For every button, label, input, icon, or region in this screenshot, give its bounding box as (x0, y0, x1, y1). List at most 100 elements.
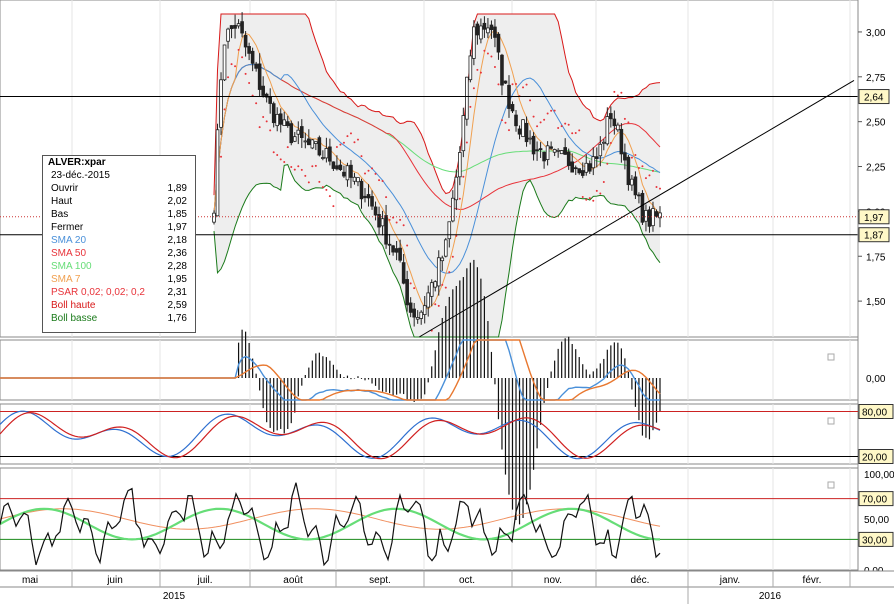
psar-dot (300, 168, 303, 171)
price-label-box: 1,87 (858, 227, 890, 243)
month-label: janv. (719, 575, 740, 586)
psar-dot (307, 181, 310, 184)
candle-body (433, 281, 438, 288)
psar-dot (595, 189, 598, 192)
candle-body (517, 128, 522, 135)
candle-body (630, 178, 634, 186)
psar-dot (560, 125, 563, 128)
candle-body (338, 164, 343, 171)
psar-dot (578, 129, 581, 132)
candle-body (219, 79, 223, 128)
rsi-level-label: 30,00 (858, 531, 894, 547)
macd-panel (0, 339, 859, 401)
panel-maximize-icon (827, 417, 835, 425)
candle-body (538, 148, 543, 150)
candle-body (514, 114, 518, 127)
candle-body (587, 163, 592, 172)
psar-dot (223, 108, 226, 111)
month-label: oct. (459, 575, 475, 586)
chart-workspace[interactable]: xpar)SMA 7 (ALVER:xpar)PSAR 0,02; 0,02; … (0, 0, 894, 604)
candle-body (584, 162, 589, 173)
candle-body (465, 76, 469, 120)
candle-body (307, 138, 311, 146)
candle-body (633, 176, 638, 196)
info-row-label: Boll basse (51, 313, 98, 324)
psar-dot (451, 255, 454, 258)
info-row: SMA 20 2,18 (43, 234, 195, 247)
info-row-value: 1,95 (167, 274, 187, 285)
ohlc-info-box: ALVER:xpar 23-déc.-2015 Ouvrir 1,89 Haut 2,… (42, 155, 196, 333)
info-row-value: 1,85 (167, 209, 187, 220)
month-label: févr. (803, 575, 822, 586)
psar-dot (220, 155, 223, 158)
psar-dot (385, 196, 388, 199)
price-label-text: 2,64 (864, 93, 884, 104)
candle-body (292, 136, 297, 142)
candle-body (482, 22, 487, 30)
candle-body (598, 143, 603, 157)
candle-body (542, 151, 546, 162)
candle-body (349, 164, 353, 178)
candle-body (285, 121, 290, 127)
candle-body (479, 25, 483, 40)
psar-dot (374, 172, 377, 175)
psar-dot (472, 87, 475, 90)
info-row-value: 2,31 (167, 287, 187, 298)
candle-body (405, 279, 409, 306)
psar-dot (314, 164, 317, 167)
candle-body (500, 54, 504, 86)
candle-body (549, 146, 553, 149)
candle-body (212, 212, 216, 223)
info-row-value: 1,76 (167, 313, 187, 324)
candle-body (619, 128, 624, 155)
candle-body (229, 25, 234, 30)
psar-dot (371, 167, 374, 170)
candle-body (566, 151, 571, 166)
psar-dot (458, 197, 461, 200)
info-row-label: SMA 50 (51, 248, 87, 259)
psar-dot (493, 66, 496, 69)
candle-body (580, 170, 585, 176)
info-row: PSAR 0,02; 0,02; 0,2 2,31 (43, 286, 195, 299)
candle-body (317, 137, 322, 156)
psar-dot (637, 166, 640, 169)
psar-dot (399, 218, 402, 221)
candle-body (570, 161, 575, 173)
psar-dot (504, 121, 507, 124)
candle-body (254, 63, 258, 69)
psar-dot (437, 304, 440, 307)
month-label: nov. (544, 575, 562, 586)
candle-body (401, 262, 406, 284)
psar-dot (525, 83, 528, 86)
candle-body (352, 176, 357, 182)
psar-dot (258, 126, 261, 129)
psar-dot (311, 165, 314, 168)
price-label-box: 1,97 (858, 209, 890, 225)
candle-body (356, 177, 360, 183)
info-row-label: Ouvrir (51, 183, 79, 194)
psar-dot (332, 205, 335, 208)
psar-dot (349, 132, 352, 135)
psar-dot (248, 81, 251, 84)
info-date: 23-déc.-2015 (51, 170, 110, 181)
psar-dot (402, 224, 405, 227)
candle-body (268, 96, 272, 104)
candle-body (345, 165, 350, 181)
candle-body (545, 145, 550, 160)
rsi-tick-label: 50,00 (864, 515, 889, 526)
psar-dot (342, 141, 345, 144)
candle (503, 80, 508, 84)
candle-body (528, 137, 532, 140)
psar-dot (529, 99, 532, 102)
candle-body (240, 21, 244, 34)
candle-body (299, 126, 304, 139)
candle-body (408, 302, 413, 313)
candle-body (602, 141, 606, 144)
month-label: mai (22, 575, 38, 586)
candle-body (591, 156, 596, 169)
info-row-value: 2,02 (167, 196, 187, 207)
y-tick-label: 1,50 (866, 297, 886, 308)
psar-dot (325, 188, 328, 191)
psar-dot (290, 165, 293, 168)
psar-dot (613, 90, 616, 93)
